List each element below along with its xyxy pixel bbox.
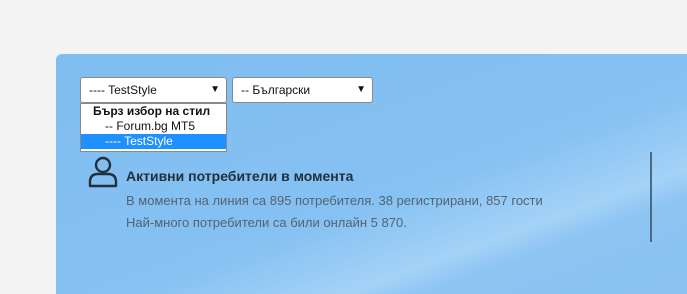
triangle-down-icon: ▼ xyxy=(210,84,220,95)
language-select-value: -- Български xyxy=(241,83,311,97)
style-dropdown-list: Бърз избор на стил -- Forum.bg MT5 ---- … xyxy=(80,103,227,152)
option-teststyle[interactable]: ---- TestStyle xyxy=(81,134,226,149)
option-forum-mt5[interactable]: -- Forum.bg MT5 xyxy=(81,119,226,134)
divider xyxy=(650,152,652,242)
online-users-title: Активни потребители в момента xyxy=(126,168,354,184)
style-select-value: ---- TestStyle xyxy=(89,83,157,97)
triangle-down-icon: ▼ xyxy=(356,84,366,95)
user-icon xyxy=(88,156,118,188)
optgroup-label: Бърз избор на стил xyxy=(93,104,211,118)
language-select[interactable]: -- Български ▼ xyxy=(232,77,373,103)
online-users-count: В момента на линия са 895 потребителя. 3… xyxy=(126,193,543,208)
online-users-record: Най-много потребители са били онлайн 5 8… xyxy=(126,215,407,230)
style-select[interactable]: ---- TestStyle ▼ xyxy=(80,77,227,103)
